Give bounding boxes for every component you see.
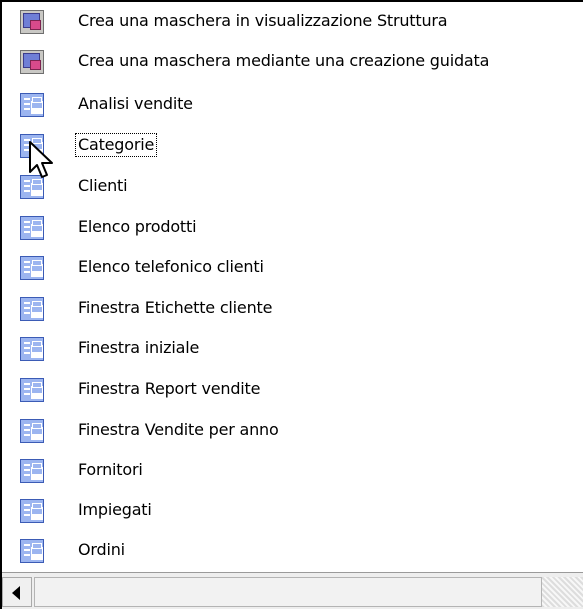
list-item-label: Analisi vendite [78, 94, 193, 113]
list-item-label: Finestra Vendite per anno [78, 420, 279, 439]
list-item-form-selected[interactable]: Categorie [2, 126, 583, 166]
form-icon [20, 337, 44, 361]
list-item-label: Finestra Report vendite [78, 379, 261, 398]
list-item-label: Ordini [78, 540, 125, 559]
form-wizard-icon [20, 50, 44, 74]
arrow-left-icon[interactable] [2, 577, 32, 607]
scrollbar-track[interactable] [542, 577, 583, 607]
list-item-form[interactable]: Finestra Etichette cliente [2, 289, 583, 329]
list-item-new-form-wizard[interactable]: Crea una maschera mediante una creazione… [2, 42, 583, 82]
list-item-form[interactable]: Impiegati [2, 491, 583, 531]
mouse-pointer-icon [29, 141, 53, 178]
list-item-form[interactable]: Fornitori [2, 451, 583, 491]
form-icon [20, 378, 44, 402]
list-item-form[interactable]: Finestra iniziale [2, 329, 583, 369]
list-item-form[interactable]: Finestra Report vendite [2, 370, 583, 410]
list-item-form[interactable]: Clienti [2, 167, 583, 207]
scrollbar-thumb[interactable] [34, 577, 542, 607]
list-item-label: Impiegati [78, 500, 152, 519]
form-icon [20, 256, 44, 280]
list-item-label: Categorie [74, 133, 158, 157]
form-icon [20, 297, 44, 321]
list-item-label: Elenco telefonico clienti [78, 257, 264, 276]
list-item-label: Crea una maschera in visualizzazione Str… [78, 11, 448, 30]
form-icon [20, 93, 44, 117]
list-item-form[interactable]: Elenco telefonico clienti [2, 248, 583, 288]
form-icon [20, 216, 44, 240]
horizontal-scrollbar[interactable] [2, 572, 583, 609]
list-item-form[interactable]: Analisi vendite [2, 85, 583, 125]
list-item-label: Finestra iniziale [78, 338, 200, 357]
list-item-label: Finestra Etichette cliente [78, 298, 273, 317]
list-item-form[interactable]: Finestra Vendite per anno [2, 411, 583, 451]
list-item-form[interactable]: Ordini [2, 531, 583, 571]
list-item-label: Fornitori [78, 460, 143, 479]
form-icon [20, 539, 44, 563]
form-icon [20, 459, 44, 483]
form-icon [20, 419, 44, 443]
list-item-label: Crea una maschera mediante una creazione… [78, 51, 490, 70]
list-item-label: Elenco prodotti [78, 217, 197, 236]
form-wizard-icon [20, 10, 44, 34]
list-item-new-form-design[interactable]: Crea una maschera in visualizzazione Str… [2, 2, 583, 42]
list-item-form[interactable]: Elenco prodotti [2, 208, 583, 248]
form-icon [20, 499, 44, 523]
list-item-label: Clienti [78, 176, 128, 195]
